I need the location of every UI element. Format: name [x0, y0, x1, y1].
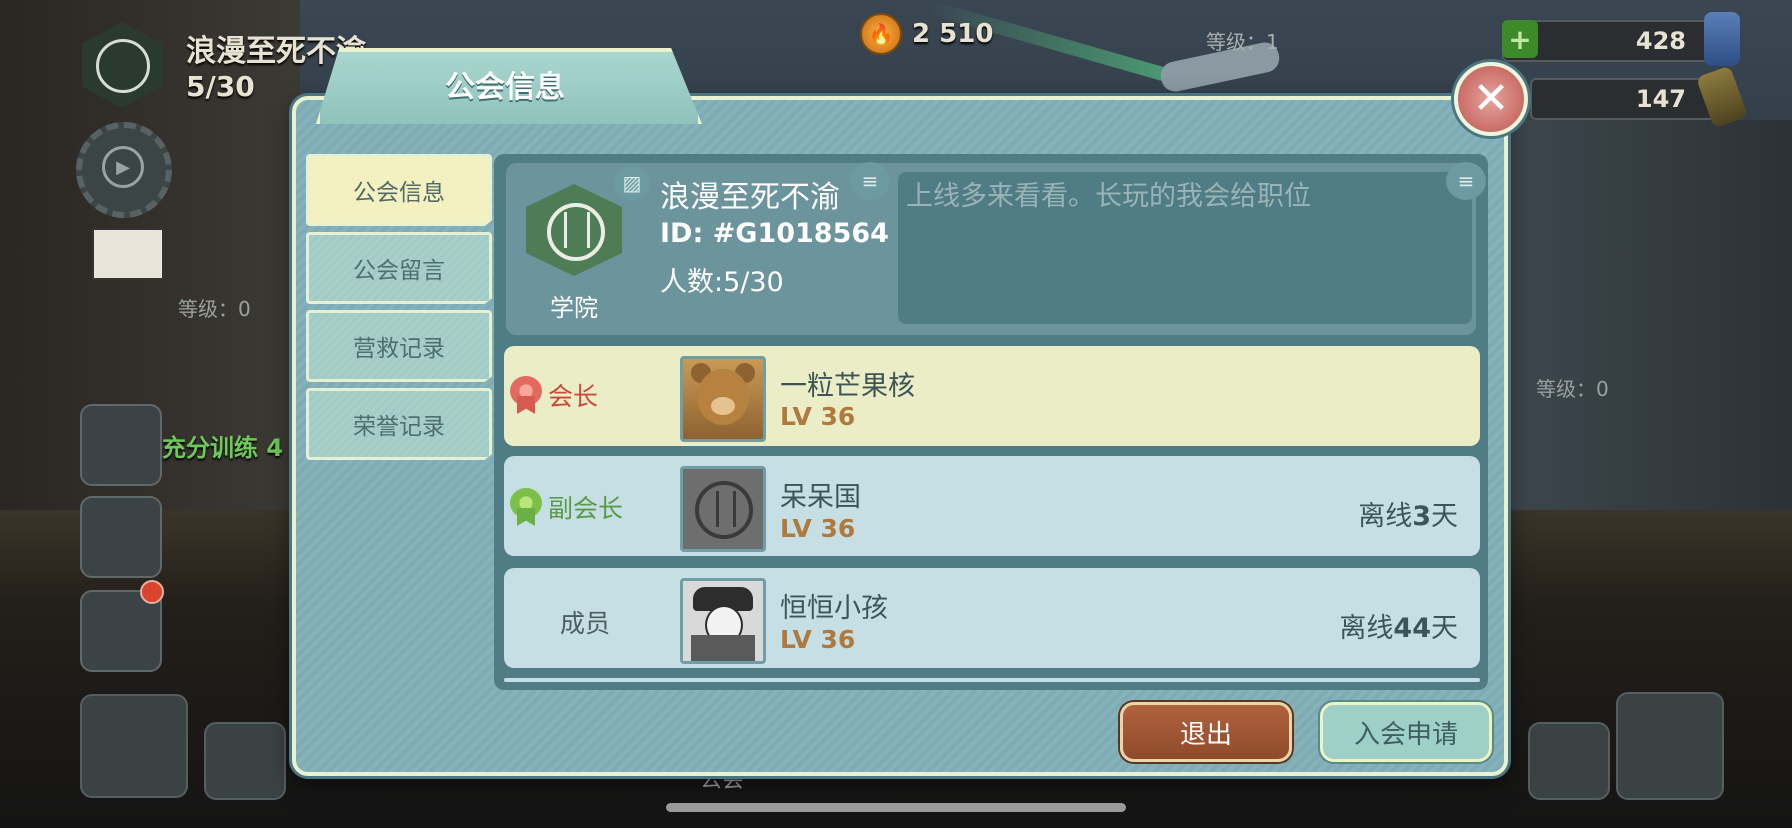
member-level: LV 36 [780, 625, 856, 654]
dialog-title: 公会信息 [445, 70, 565, 105]
tab-guild-info[interactable]: 公会信息 [306, 154, 492, 226]
teddy-bear-avatar[interactable] [680, 356, 766, 442]
guild-class-label: 学院 [550, 294, 598, 322]
storage-button[interactable] [204, 722, 286, 800]
bottle-cap-icon: 🔥 [860, 13, 902, 55]
ticket-resource-bar[interactable]: 147 [1530, 65, 1749, 129]
terminal-button[interactable] [80, 404, 162, 486]
ticket-resource-value: 147 [1635, 85, 1686, 113]
play-gear-button[interactable] [76, 122, 172, 218]
offline-status: 离线44天 [1339, 613, 1458, 644]
nuka-resource-value: 428 [1635, 27, 1686, 55]
role-leader: 会长 [510, 376, 598, 414]
guild-id: ID: #G1018564 [660, 218, 889, 249]
hud-guild-count: 5/30 [186, 70, 255, 103]
nuka-bottle-icon [1704, 12, 1740, 66]
role-label: 会长 [548, 382, 599, 411]
caps-counter: 🔥 2 510 [860, 13, 994, 55]
home-indicator [666, 803, 1126, 812]
role-label: 副会长 [548, 494, 624, 523]
level-label-left: 等级：0 [178, 297, 251, 321]
level-label-right: 等级：0 [1536, 377, 1609, 401]
training-status: 充分训练 4 [162, 434, 284, 462]
nuka-resource-bar[interactable]: + 428 [1502, 12, 1740, 66]
notification-dot [140, 580, 164, 604]
map-button[interactable] [80, 694, 188, 798]
offline-status: 离线3天 [1358, 501, 1458, 532]
rosette-icon [510, 376, 542, 414]
close-icon: ✕ [1472, 73, 1510, 124]
tab-rescue-records[interactable]: 营救记录 [306, 310, 492, 382]
close-button[interactable]: ✕ [1454, 62, 1528, 136]
notes-icon[interactable]: ≡ [1446, 162, 1486, 200]
guild-member-count: 人数:5/30 [660, 267, 784, 298]
lunchbox-button[interactable] [80, 496, 162, 578]
tab-guild-messages[interactable]: 公会留言 [306, 232, 492, 304]
role-vice: 副会长 [510, 488, 623, 526]
member-row-member[interactable] [504, 568, 1480, 668]
join-requests-button[interactable]: 入会申请 [1320, 702, 1492, 762]
level-label-top: 等级：1 [1206, 30, 1279, 54]
mail-icon[interactable] [92, 228, 164, 280]
role-label: 成员 [560, 609, 611, 638]
quit-guild-button[interactable]: 退出 [1120, 702, 1292, 762]
image-icon[interactable]: ▨ [614, 166, 650, 200]
vault-boy-emblem-icon [82, 22, 162, 108]
guild-description: 上线多来看看。长玩的我会给职位 [906, 181, 1311, 212]
list-scroll-edge [504, 678, 1480, 682]
rosette-icon [510, 488, 542, 526]
guild-name: 浪漫至死不渝 [660, 180, 840, 215]
member-level: LV 36 [780, 402, 856, 431]
vault-boy-avatar[interactable] [680, 466, 766, 552]
member-row-vice[interactable] [504, 456, 1480, 556]
caps-value: 2 510 [912, 19, 994, 49]
member-name: 一粒芒果核 [780, 371, 915, 402]
notes-icon[interactable]: ≡ [850, 162, 890, 200]
member-level: LV 36 [780, 514, 856, 543]
role-member: 成员 [560, 604, 610, 640]
member-name: 恒恒小孩 [780, 593, 888, 624]
right-building [1500, 120, 1792, 520]
build-hammer-button[interactable] [1616, 692, 1724, 800]
tab-honor-records[interactable]: 荣誉记录 [306, 388, 492, 460]
add-resource-icon[interactable]: + [1502, 20, 1538, 58]
helmet-button[interactable] [1528, 722, 1610, 800]
member-name: 呆呆国 [780, 482, 861, 513]
detective-avatar[interactable] [680, 578, 766, 664]
member-row-leader[interactable] [504, 346, 1480, 446]
